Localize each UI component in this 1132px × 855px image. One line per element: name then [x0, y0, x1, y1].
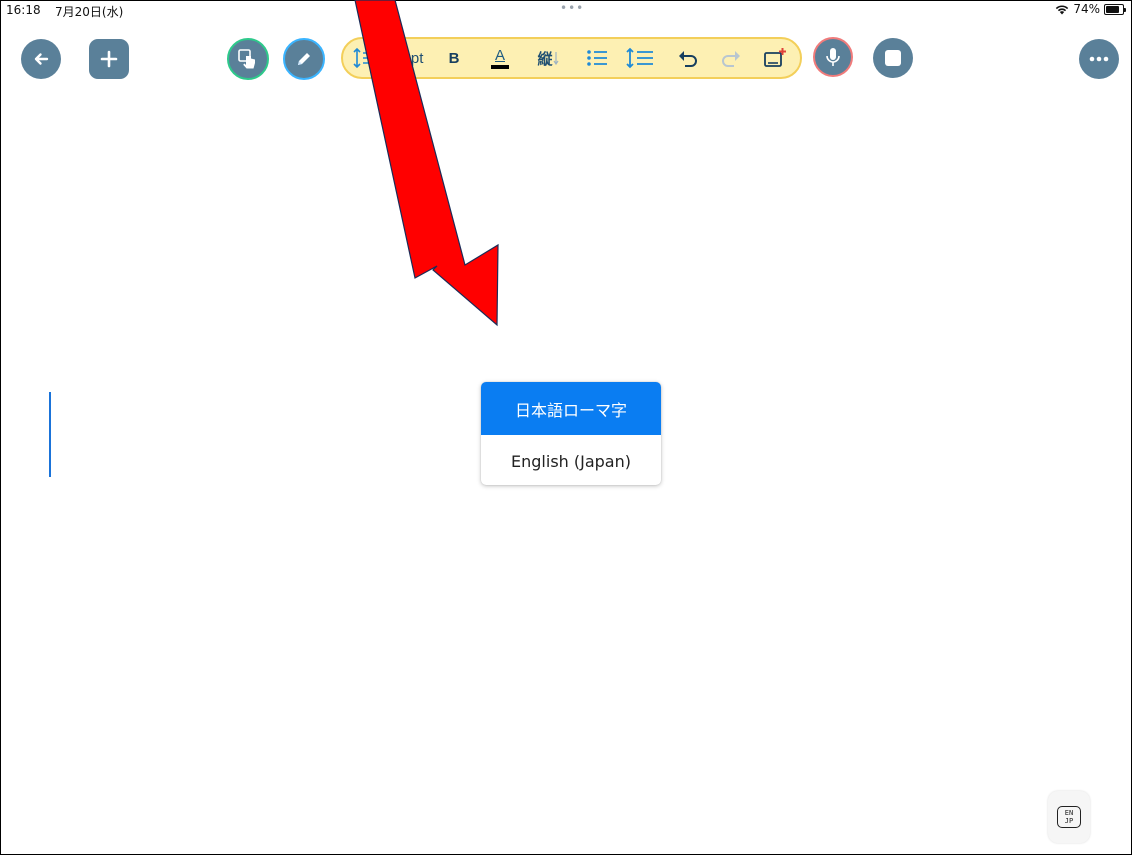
- pen-mode-button[interactable]: [283, 38, 325, 80]
- battery-percent: 74%: [1073, 2, 1100, 16]
- undo-icon: [679, 51, 697, 67]
- add-page-icon: [764, 48, 786, 67]
- language-option-japanese-romaji[interactable]: 日本語ローマ字: [481, 382, 661, 435]
- vertical-text-button[interactable]: 縦: [533, 39, 563, 77]
- paragraph-spacing-button[interactable]: [625, 39, 655, 77]
- arrow-down-icon: [553, 52, 558, 65]
- arrow-left-icon: [34, 53, 49, 65]
- record-button[interactable]: [813, 37, 853, 77]
- multitasking-dots[interactable]: •••: [560, 1, 584, 15]
- bold-button[interactable]: B: [443, 39, 465, 77]
- more-button[interactable]: [1079, 39, 1119, 79]
- add-page-button[interactable]: [761, 39, 789, 77]
- plus-icon: [100, 50, 118, 68]
- font-size-value[interactable]: 0pt: [395, 39, 431, 77]
- wifi-icon: [1056, 4, 1069, 14]
- kbd-switch-bottom: JP: [1064, 817, 1074, 825]
- battery-icon: [1104, 3, 1126, 15]
- line-spacing-tool[interactable]: [351, 39, 373, 77]
- redo-button[interactable]: [719, 39, 743, 77]
- stop-button[interactable]: [873, 38, 913, 78]
- bullet-list-icon: [587, 50, 607, 66]
- touch-mode-button[interactable]: [227, 38, 269, 80]
- format-toolbar: 0pt B A 縦: [341, 37, 802, 79]
- back-button[interactable]: [21, 39, 61, 79]
- status-date: 7月20日(水): [55, 5, 124, 19]
- keyboard-language-switch[interactable]: EN JP: [1048, 791, 1090, 843]
- font-color-button[interactable]: A: [489, 39, 511, 77]
- pencil-icon: [298, 53, 310, 65]
- status-time: 16:18: [6, 3, 41, 17]
- undo-button[interactable]: [676, 39, 700, 77]
- microphone-icon: [826, 48, 840, 66]
- status-bar: 16:18 7月20日(水) ••• 74%: [0, 0, 1132, 20]
- input-language-menu: 日本語ローマ字 English (Japan): [481, 382, 661, 485]
- kbd-switch-top: EN: [1064, 809, 1074, 817]
- add-button[interactable]: [89, 39, 129, 79]
- bullet-list-button[interactable]: [584, 39, 610, 77]
- paragraph-spacing-icon: [626, 47, 653, 69]
- text-cursor: [49, 392, 51, 477]
- ellipsis-icon: [1089, 56, 1109, 62]
- hand-pointer-icon: [238, 49, 255, 69]
- vertical-text-label: 縦: [537, 50, 553, 68]
- stop-icon: [885, 50, 901, 66]
- line-spacing-icon: [353, 47, 370, 69]
- font-color-swatch: [491, 64, 509, 69]
- redo-icon: [722, 51, 740, 67]
- language-option-english-japan[interactable]: English (Japan): [481, 435, 661, 485]
- font-color-label: A: [494, 46, 505, 64]
- status-right: 74%: [1055, 2, 1126, 16]
- en-jp-icon: EN JP: [1057, 806, 1081, 828]
